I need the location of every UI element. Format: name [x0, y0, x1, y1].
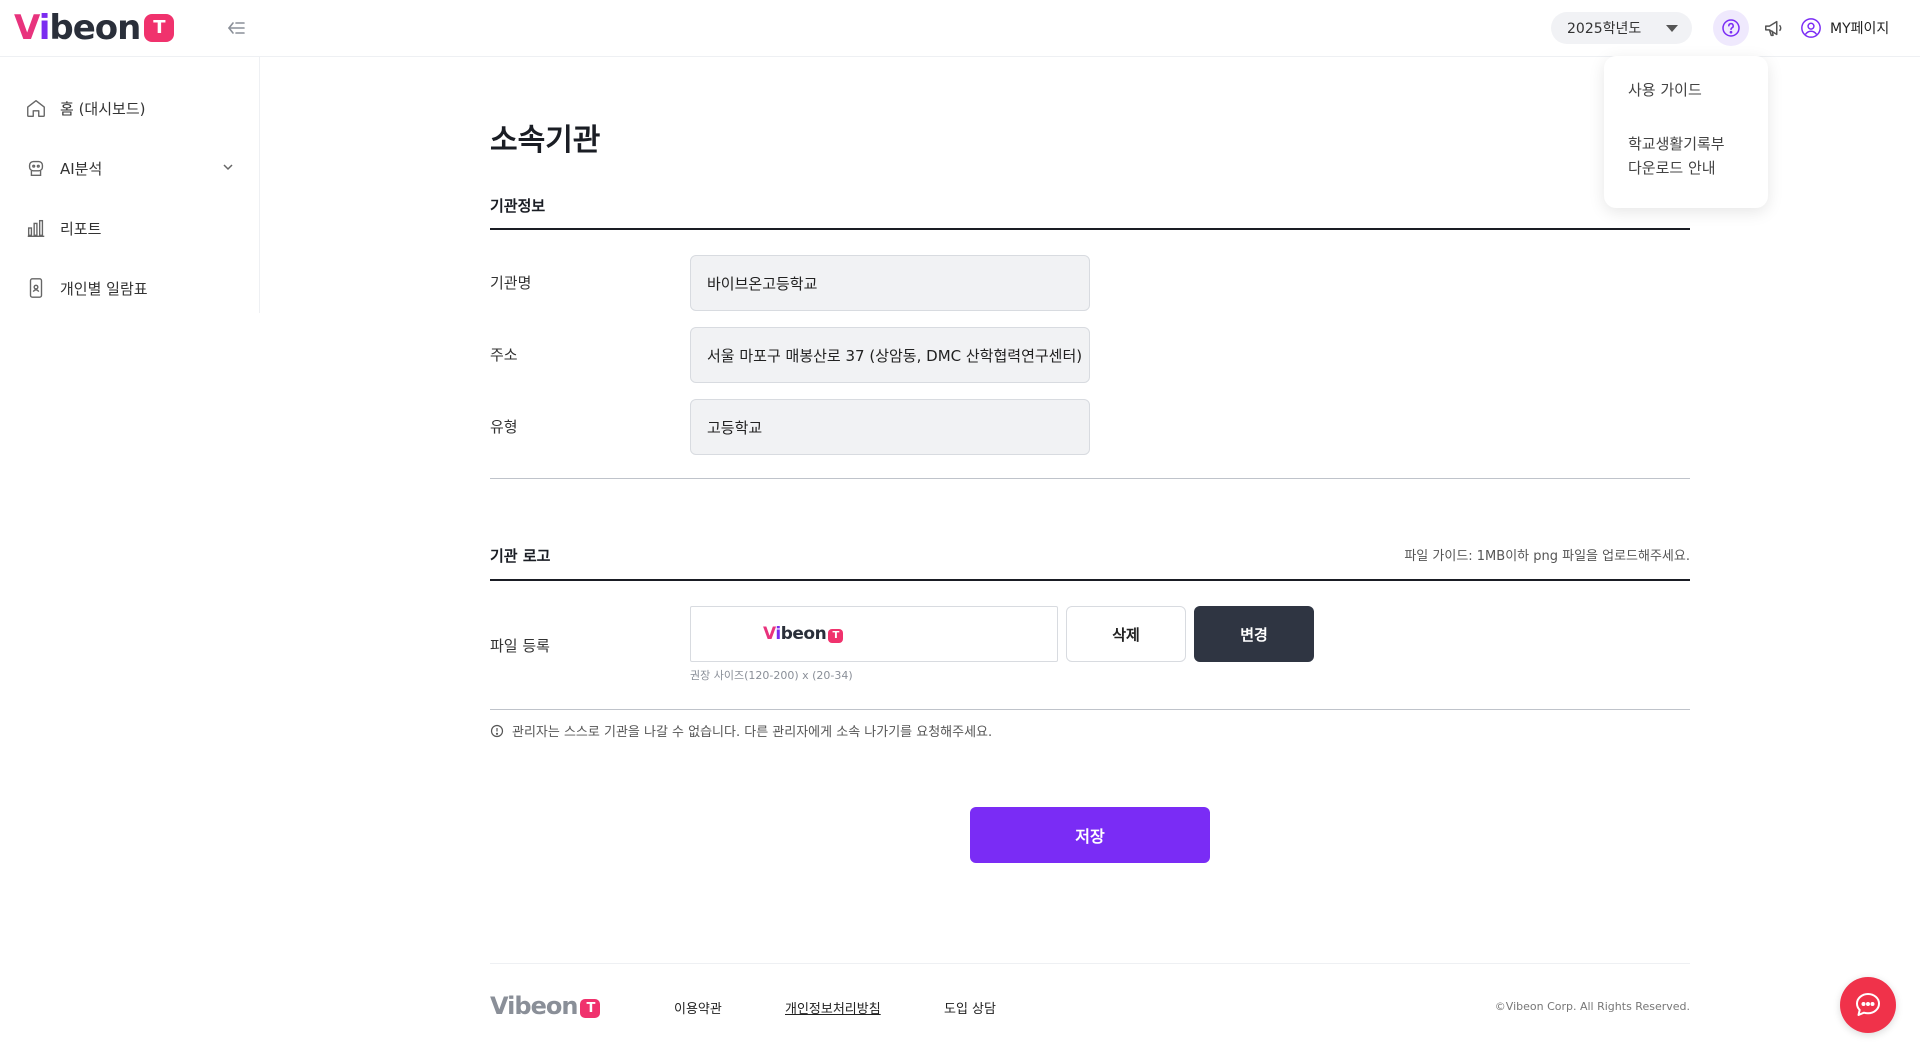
- change-logo-button[interactable]: 변경: [1194, 606, 1314, 662]
- school-year-select[interactable]: 2025학년도: [1551, 12, 1692, 44]
- help-dropdown: 사용 가이드 학교생활기록부 다운로드 안내: [1604, 56, 1768, 208]
- mypage-label: MY페이지: [1830, 21, 1890, 37]
- sidebar-item-label: AI분석: [60, 159, 103, 178]
- caret-down-icon: [1666, 25, 1678, 32]
- sidebar: 홈 (대시보드) AI분석 리포트 개인별 일람표: [0, 57, 260, 313]
- delete-logo-button[interactable]: 삭제: [1066, 606, 1186, 662]
- mypage-link[interactable]: MY페이지: [1800, 14, 1889, 42]
- question-circle-icon: [1722, 19, 1740, 37]
- file-guide-text: 파일 가이드: 1MB이하 png 파일을 업로드해주세요.: [1404, 549, 1690, 564]
- chat-bubble-icon: [1856, 993, 1880, 1016]
- home-icon: [24, 96, 48, 120]
- logo-text: Vibeon: [14, 8, 141, 48]
- sidebar-item-label: 홈 (대시보드): [60, 99, 146, 118]
- sidebar-item-label: 리포트: [60, 219, 102, 238]
- top-header: Vibeon T 2025학년도 MY페이지: [0, 0, 1920, 57]
- footer-divider: [490, 963, 1690, 964]
- robot-icon: [24, 156, 48, 180]
- section-label-logo: 기관 로고: [490, 547, 551, 565]
- copyright-text: ©Vibeon Corp. All Rights Reserved.: [1494, 1000, 1690, 1013]
- dropdown-item-record-download[interactable]: 학교생활기록부 다운로드 안내: [1628, 132, 1744, 180]
- announcement-button[interactable]: [1760, 14, 1788, 42]
- sidebar-item-ai-analysis[interactable]: AI분석: [0, 151, 259, 185]
- uploaded-logo-image: Vibeon T: [763, 624, 844, 644]
- field-label-type: 유형: [490, 418, 518, 436]
- footer-link-terms[interactable]: 이용약관: [674, 998, 722, 1017]
- section-divider: [490, 709, 1690, 710]
- institution-type-field: 고등학교: [690, 399, 1090, 455]
- field-label-file: 파일 등록: [490, 637, 550, 655]
- phone-user-icon: [24, 276, 48, 300]
- page-title: 소속기관: [490, 123, 601, 158]
- megaphone-icon: [1765, 20, 1782, 37]
- size-hint-text: 권장 사이즈(120-200) x (20-34): [690, 669, 853, 682]
- section-divider: [490, 579, 1690, 581]
- logo-badge: T: [144, 14, 175, 42]
- footer-link-consult[interactable]: 도입 상담: [944, 998, 996, 1017]
- save-button[interactable]: 저장: [970, 807, 1210, 863]
- footer: Vibeon T 이용약관 개인정보처리방침 도입 상담 ©Vibeon Corp…: [490, 992, 1690, 1020]
- institution-name-field: 바이브온고등학교: [690, 255, 1090, 311]
- help-button[interactable]: [1713, 10, 1749, 46]
- sidebar-item-home[interactable]: 홈 (대시보드): [0, 91, 259, 125]
- dropdown-item-user-guide[interactable]: 사용 가이드: [1628, 78, 1744, 102]
- sidebar-item-report[interactable]: 리포트: [0, 211, 259, 245]
- logo-file-preview[interactable]: Vibeon T: [690, 606, 1058, 662]
- section-divider: [490, 228, 1690, 230]
- field-label-name: 기관명: [490, 274, 532, 292]
- field-label-address: 주소: [490, 346, 518, 364]
- chevron-down-icon: [221, 160, 235, 178]
- institution-address-field: 서울 마포구 매봉산로 37 (상암동, DMC 산학협력연구센터): [690, 327, 1090, 383]
- school-year-value: 2025학년도: [1567, 21, 1642, 37]
- section-label-info: 기관정보: [490, 197, 546, 215]
- footer-logo: Vibeon T: [490, 992, 601, 1020]
- footer-link-privacy[interactable]: 개인정보처리방침: [785, 998, 881, 1017]
- chat-button[interactable]: [1840, 977, 1896, 1033]
- sidebar-item-label: 개인별 일람표: [60, 279, 148, 298]
- section-divider: [490, 478, 1690, 479]
- info-circle-icon: [490, 724, 504, 737]
- user-circle-icon: [1801, 18, 1821, 38]
- sidebar-item-individual-table[interactable]: 개인별 일람표: [0, 271, 259, 305]
- admin-notice-text: 관리자는 스스로 기관을 나갈 수 없습니다. 다른 관리자에게 소속 나가기를…: [512, 725, 993, 740]
- bar-chart-icon: [24, 216, 48, 240]
- collapse-sidebar-icon[interactable]: [224, 16, 248, 40]
- admin-notice: 관리자는 스스로 기관을 나갈 수 없습니다. 다른 관리자에게 소속 나가기를…: [490, 721, 992, 740]
- vibeon-logo[interactable]: Vibeon T: [14, 8, 175, 48]
